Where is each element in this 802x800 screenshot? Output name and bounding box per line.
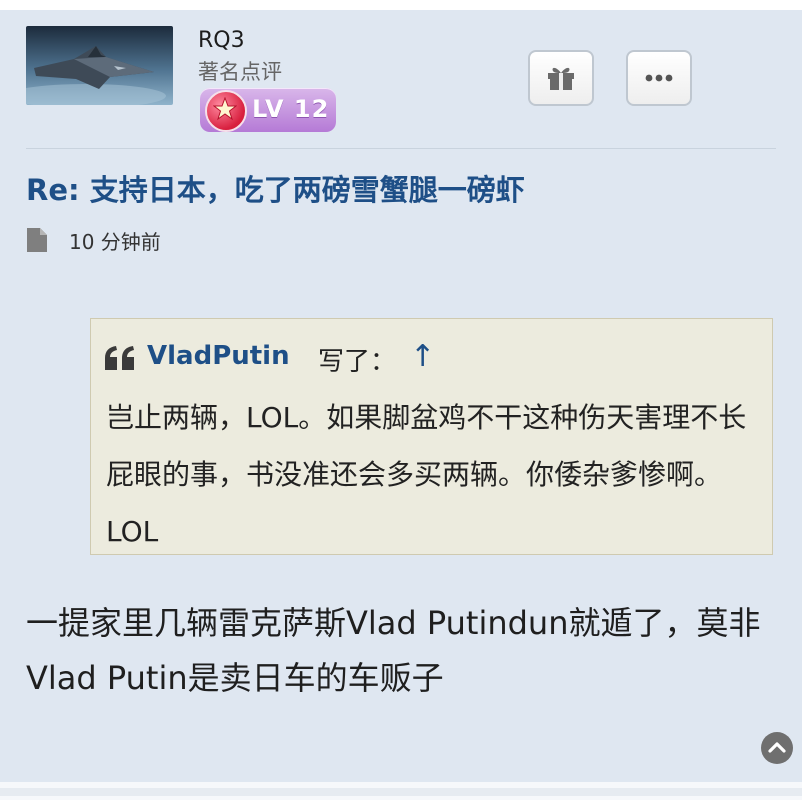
level-text: LV 12 — [252, 95, 330, 123]
top-strip — [0, 0, 802, 10]
fighter-jet-avatar — [26, 26, 173, 105]
quote-icon — [105, 346, 134, 370]
document-icon — [27, 228, 47, 252]
user-rank-title: 著名点评 — [198, 60, 282, 84]
header-divider — [26, 148, 776, 149]
star-icon — [205, 90, 247, 132]
chevron-up-icon — [768, 742, 786, 753]
scroll-to-top-button[interactable] — [761, 732, 793, 764]
post-body: 一提家里几辆雷克萨斯Vlad Putindun就遁了，莫非Vlad Putin是… — [26, 604, 761, 697]
quote-wrote-label: 写了： — [318, 347, 397, 377]
more-options-button[interactable] — [626, 50, 692, 106]
level-badge: LV 12 — [200, 88, 336, 132]
next-post-edge — [0, 788, 802, 796]
user-avatar[interactable] — [26, 26, 173, 105]
user-name[interactable]: RQ3 — [198, 28, 245, 53]
quote-source-arrow[interactable]: ↑ — [410, 339, 435, 374]
quote-text: 岂止两辆，LOL。如果脚盆鸡不干这种伤天害理不长屁眼的事，书没准还会多买两辆。你… — [106, 401, 747, 548]
post-time: 10 分钟前 — [69, 230, 161, 254]
quote-block: VladPutin 写了： ↑ 岂止两辆，LOL。如果脚盆鸡不干这种伤天害理不长… — [90, 318, 773, 555]
quote-author-link[interactable]: VladPutin — [147, 341, 290, 371]
post-title[interactable]: Re: 支持日本，吃了两磅雪蟹腿一磅虾 — [26, 167, 525, 209]
gift-icon — [548, 67, 574, 90]
more-icon — [645, 74, 673, 82]
gift-button[interactable] — [528, 50, 594, 106]
